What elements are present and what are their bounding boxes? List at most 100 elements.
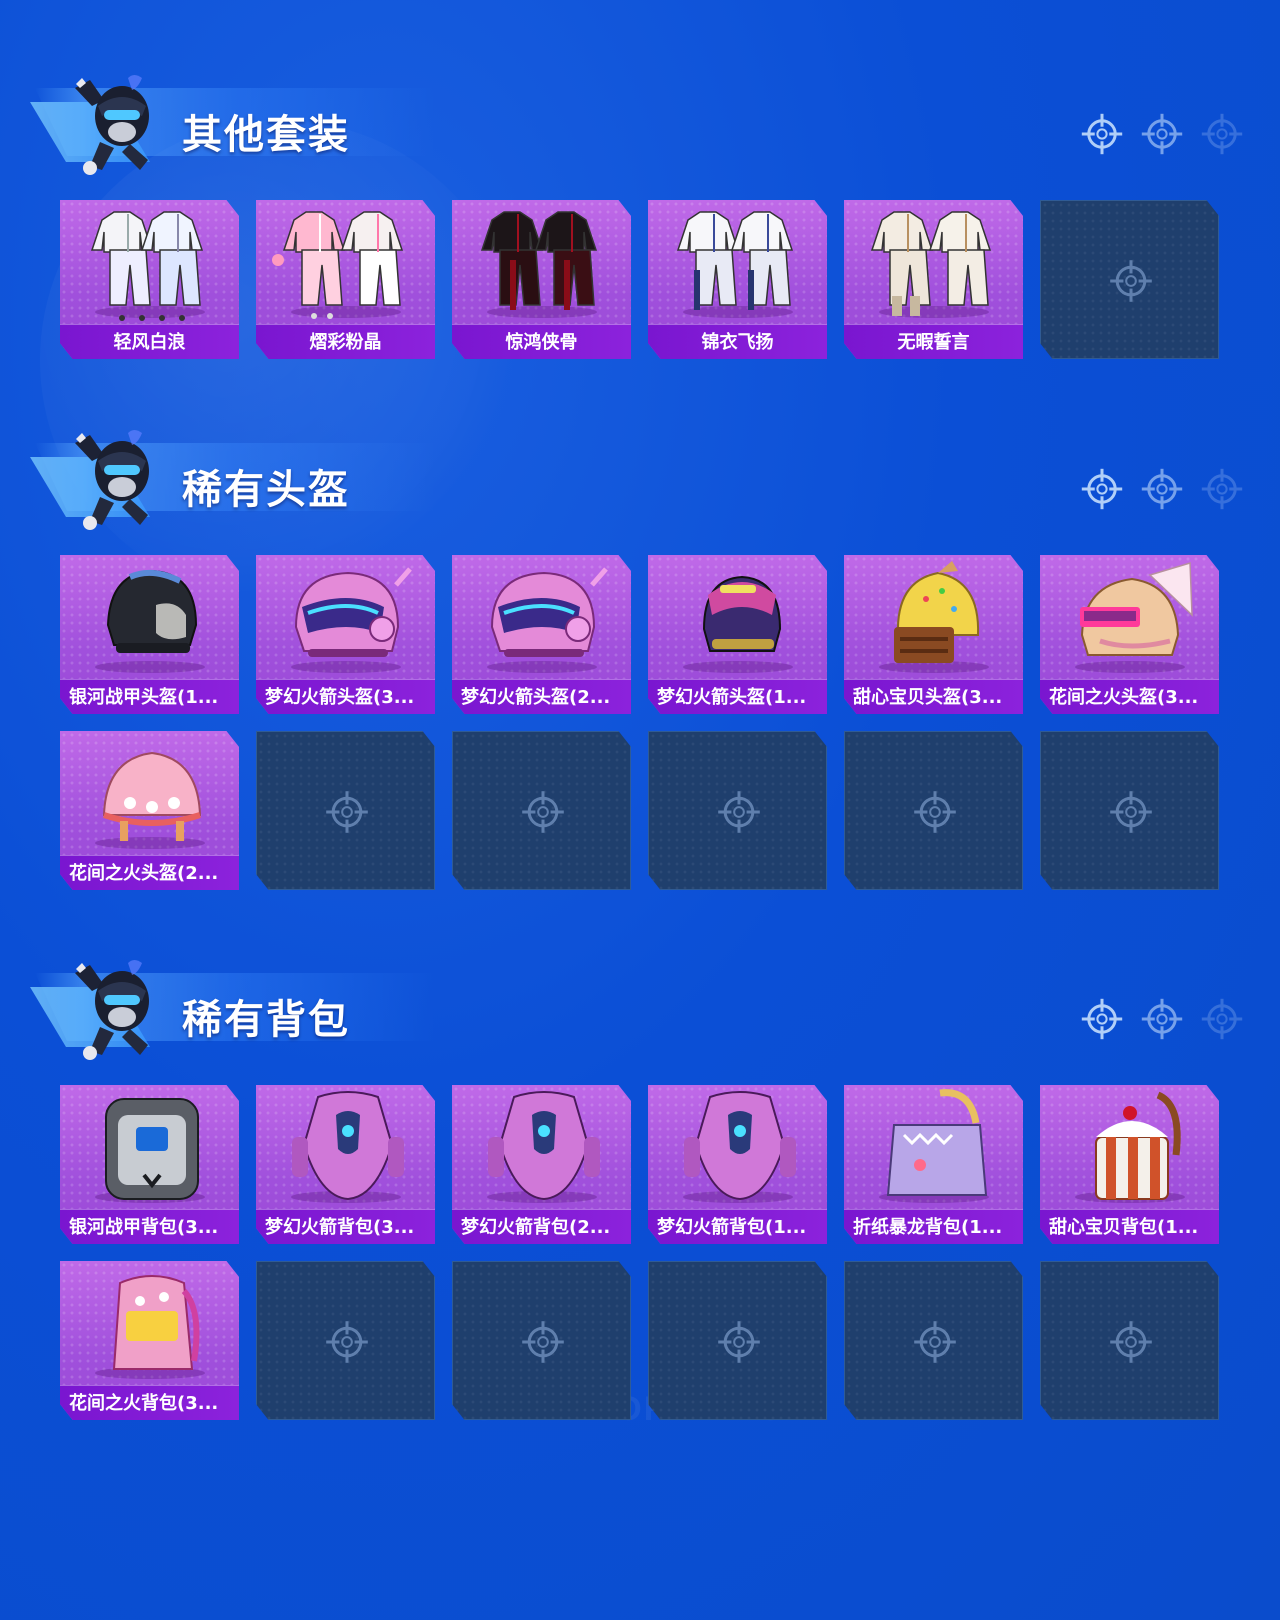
helmet-rocket-pink-image bbox=[256, 555, 435, 679]
item-name: 梦幻火箭背包(2... bbox=[461, 1217, 611, 1238]
crosshair-icon bbox=[1108, 258, 1154, 304]
item-card[interactable]: 锦衣飞扬 bbox=[648, 200, 827, 359]
item-card[interactable]: 梦幻火箭背包(2... bbox=[452, 1085, 631, 1244]
crosshair-icon bbox=[1140, 112, 1184, 156]
header-crosshair-markers bbox=[1080, 112, 1260, 162]
item-name: 银河战甲头盔(1... bbox=[69, 687, 219, 708]
empty-slot bbox=[844, 1261, 1023, 1420]
item-label-bar: 花间之火头盔(3... bbox=[1040, 679, 1219, 714]
bag-rocket-image bbox=[452, 1085, 631, 1209]
crosshair-icon bbox=[324, 1319, 370, 1365]
bag-dino-image bbox=[844, 1085, 1023, 1209]
item-card[interactable]: 折纸暴龙背包(1... bbox=[844, 1085, 1023, 1244]
white-blue-robe-image bbox=[648, 200, 827, 324]
white-gold-outfit-image bbox=[844, 200, 1023, 324]
item-name: 甜心宝贝头盔(3... bbox=[853, 687, 1003, 708]
item-label-bar: 梦幻火箭背包(3... bbox=[256, 1209, 435, 1244]
empty-slot bbox=[452, 1261, 631, 1420]
empty-slot bbox=[648, 1261, 827, 1420]
item-label-bar: 惊鸿侠骨 bbox=[452, 324, 631, 359]
item-label-bar: 熠彩粉晶 bbox=[256, 324, 435, 359]
item-label-bar: 轻风白浪 bbox=[60, 324, 239, 359]
item-card[interactable]: 熠彩粉晶 bbox=[256, 200, 435, 359]
item-name: 梦幻火箭背包(3... bbox=[265, 1217, 415, 1238]
item-card[interactable]: 银河战甲头盔(1... bbox=[60, 555, 239, 714]
crosshair-icon bbox=[324, 789, 370, 835]
item-label-bar: 折纸暴龙背包(1... bbox=[844, 1209, 1023, 1244]
crosshair-icon bbox=[912, 789, 958, 835]
mascot-skydiver-icon bbox=[70, 955, 165, 1060]
crosshair-icon bbox=[1140, 997, 1184, 1041]
empty-slot bbox=[844, 731, 1023, 890]
item-label-bar: 甜心宝贝背包(1... bbox=[1040, 1209, 1219, 1244]
item-name: 梦幻火箭头盔(2... bbox=[461, 687, 611, 708]
item-name: 甜心宝贝背包(1... bbox=[1049, 1217, 1199, 1238]
crosshair-icon bbox=[912, 1319, 958, 1365]
empty-slot bbox=[256, 1261, 435, 1420]
crosshair-icon bbox=[716, 1319, 762, 1365]
section-title: 其他套装 bbox=[182, 112, 350, 158]
helmet-rocket-pink-image bbox=[452, 555, 631, 679]
pink-outfit-image bbox=[256, 200, 435, 324]
helmet-purple-image bbox=[648, 555, 827, 679]
item-name: 梦幻火箭头盔(1... bbox=[657, 687, 807, 708]
crosshair-icon bbox=[716, 789, 762, 835]
bag-silver-image bbox=[60, 1085, 239, 1209]
item-card[interactable]: 梦幻火箭头盔(1... bbox=[648, 555, 827, 714]
section-3: 稀有背包 银河战甲背包(3... 梦幻火箭背包(3... 梦幻火箭背包(2...… bbox=[0, 935, 1280, 1420]
empty-slot bbox=[1040, 1261, 1219, 1420]
empty-slot bbox=[1040, 731, 1219, 890]
item-card[interactable]: 甜心宝贝背包(1... bbox=[1040, 1085, 1219, 1244]
item-card[interactable]: 梦幻火箭背包(3... bbox=[256, 1085, 435, 1244]
item-name: 轻风白浪 bbox=[113, 332, 186, 353]
item-label-bar: 锦衣飞扬 bbox=[648, 324, 827, 359]
crosshair-icon bbox=[1140, 467, 1184, 511]
empty-slot bbox=[648, 731, 827, 890]
item-card[interactable]: 无暇誓言 bbox=[844, 200, 1023, 359]
section-title: 稀有头盔 bbox=[182, 467, 350, 513]
item-name: 梦幻火箭背包(1... bbox=[657, 1217, 807, 1238]
crosshair-icon bbox=[1108, 789, 1154, 835]
item-card[interactable]: 花间之火头盔(3... bbox=[1040, 555, 1219, 714]
item-label-bar: 梦幻火箭头盔(2... bbox=[452, 679, 631, 714]
item-card[interactable]: 轻风白浪 bbox=[60, 200, 239, 359]
item-label-bar: 无暇誓言 bbox=[844, 324, 1023, 359]
crosshair-icon bbox=[1080, 997, 1124, 1041]
item-label-bar: 银河战甲背包(3... bbox=[60, 1209, 239, 1244]
mascot-skydiver-icon bbox=[70, 70, 165, 175]
item-card[interactable]: 梦幻火箭背包(1... bbox=[648, 1085, 827, 1244]
item-label-bar: 梦幻火箭背包(2... bbox=[452, 1209, 631, 1244]
section-header: 稀有头盔 bbox=[0, 405, 1280, 530]
crosshair-icon bbox=[1200, 997, 1244, 1041]
item-label-bar: 银河战甲头盔(1... bbox=[60, 679, 239, 714]
bag-rocket-image bbox=[648, 1085, 827, 1209]
item-card[interactable]: 惊鸿侠骨 bbox=[452, 200, 631, 359]
crosshair-icon bbox=[1080, 112, 1124, 156]
crosshair-icon bbox=[520, 789, 566, 835]
helmet-black-image bbox=[60, 555, 239, 679]
empty-slot bbox=[452, 731, 631, 890]
item-card[interactable]: 银河战甲背包(3... bbox=[60, 1085, 239, 1244]
bag-cake-image bbox=[1040, 1085, 1219, 1209]
section-header: 稀有背包 bbox=[0, 935, 1280, 1060]
section-title: 稀有背包 bbox=[182, 997, 350, 1043]
helmet-cake-image bbox=[844, 555, 1023, 679]
item-label-bar: 甜心宝贝头盔(3... bbox=[844, 679, 1023, 714]
crosshair-icon bbox=[1080, 467, 1124, 511]
bag-flower-image bbox=[60, 1261, 239, 1385]
item-card[interactable]: 花间之火头盔(2... bbox=[60, 731, 239, 890]
item-name: 花间之火背包(3... bbox=[69, 1393, 219, 1414]
item-name: 惊鸿侠骨 bbox=[505, 332, 578, 353]
item-card[interactable]: 梦幻火箭头盔(3... bbox=[256, 555, 435, 714]
helmet-flower-pink-image bbox=[60, 731, 239, 855]
item-name: 无暇誓言 bbox=[897, 332, 970, 353]
item-card[interactable]: 梦幻火箭头盔(2... bbox=[452, 555, 631, 714]
crosshair-icon bbox=[1200, 112, 1244, 156]
item-card[interactable]: 花间之火背包(3... bbox=[60, 1261, 239, 1420]
empty-slot bbox=[256, 731, 435, 890]
item-card[interactable]: 甜心宝贝头盔(3... bbox=[844, 555, 1023, 714]
item-label-bar: 梦幻火箭头盔(3... bbox=[256, 679, 435, 714]
item-name: 锦衣飞扬 bbox=[701, 332, 774, 353]
item-label-bar: 梦幻火箭背包(1... bbox=[648, 1209, 827, 1244]
crosshair-icon bbox=[1200, 467, 1244, 511]
